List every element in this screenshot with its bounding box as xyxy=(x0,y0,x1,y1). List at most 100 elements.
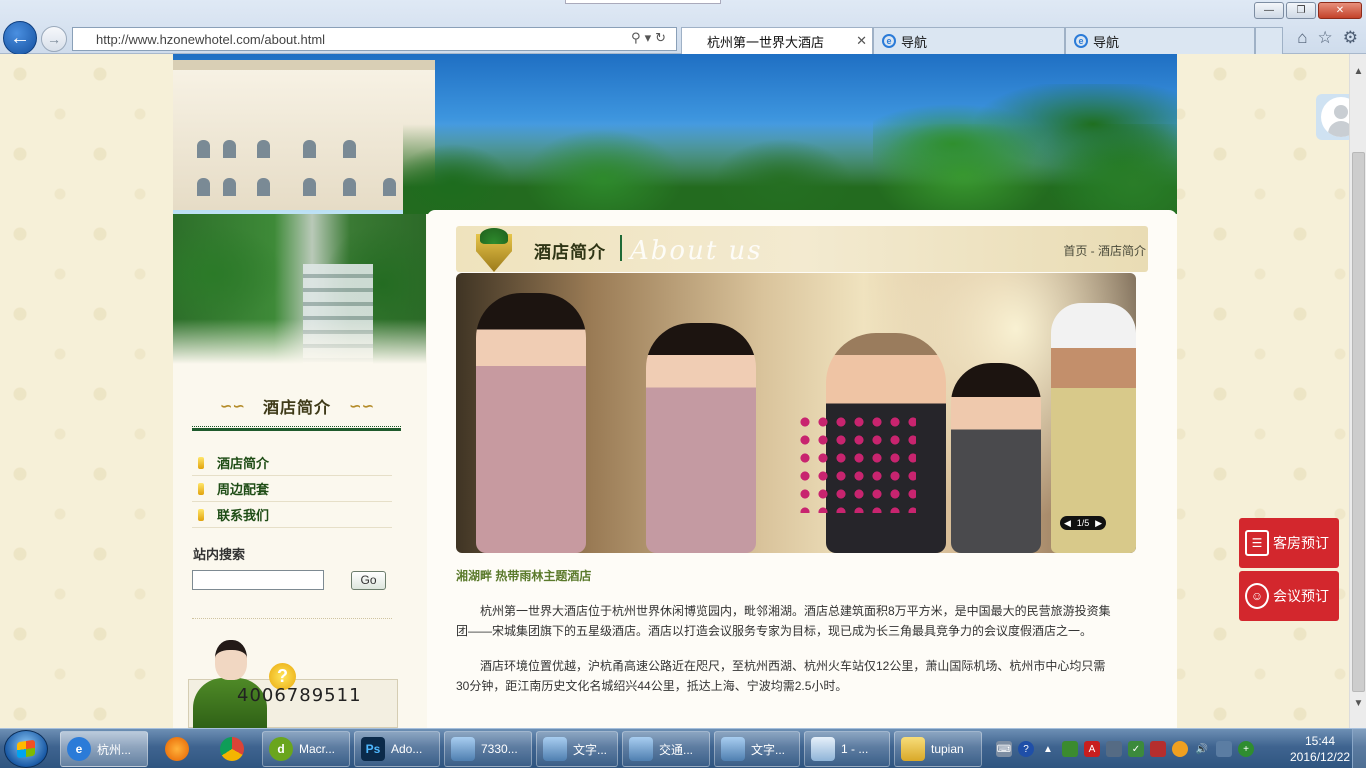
bullet-icon xyxy=(198,456,204,469)
building-window xyxy=(257,140,270,158)
app-tray-icon[interactable] xyxy=(1062,741,1078,757)
network-icon[interactable] xyxy=(1216,741,1232,757)
taskbar-item-image-1[interactable]: 7330... xyxy=(444,731,532,767)
qq-icon[interactable] xyxy=(1172,741,1188,757)
flag-icon[interactable] xyxy=(1150,741,1166,757)
tab-nav-2[interactable]: e 导航 xyxy=(1065,27,1255,54)
breadcrumb[interactable]: 首页 - 酒店简介 xyxy=(1063,242,1146,259)
building-window xyxy=(303,140,316,158)
taskbar-item-label: 1 - ... xyxy=(841,742,869,756)
back-button[interactable]: ← xyxy=(3,21,37,55)
taskbar-item-chrome[interactable] xyxy=(206,731,258,767)
tab-hotel[interactable]: 杭州第一世界大酒店 ✕ xyxy=(681,27,873,54)
clock-date: 2016/12/22 xyxy=(1290,750,1351,764)
sidebar-item-label[interactable]: 酒店简介 xyxy=(217,453,269,472)
taskbar-item-image-4[interactable]: 文字... xyxy=(714,731,800,767)
photo-slideshow[interactable]: ◀ 1/5 ▶ xyxy=(456,273,1136,553)
star-icon[interactable]: ☆ xyxy=(1318,28,1333,48)
image-viewer-icon xyxy=(451,737,475,761)
site-container: ∽∽ 酒店简介 ∽∽ 酒店简介 周边配套 联系我们 站内搜索 Go ? 4006… xyxy=(173,54,1177,728)
slide-pager[interactable]: ◀ 1/5 ▶ xyxy=(1060,516,1106,530)
header-banner xyxy=(173,54,1177,214)
keyboard-icon[interactable]: ⌨ xyxy=(996,741,1012,757)
slide-counter-text: 1/5 xyxy=(1076,518,1090,528)
address-actions[interactable]: ⚲▾↻ xyxy=(631,30,670,46)
minimize-button[interactable]: — xyxy=(1254,2,1284,19)
home-icon[interactable]: ⌂ xyxy=(1297,28,1307,48)
scroll-up-icon[interactable]: ▲ xyxy=(1350,66,1366,80)
taskbar-item-dreamweaver[interactable]: d Macr... xyxy=(262,731,350,767)
building-window xyxy=(343,140,356,158)
intro-paragraph: 杭州第一世界大酒店位于杭州世界休闲博览园内，毗邻湘湖。酒店总建筑面积8万平方米，… xyxy=(456,604,1111,638)
start-button[interactable] xyxy=(4,730,48,768)
receptionist-head xyxy=(215,640,247,680)
taskbar-item-label: 文字... xyxy=(751,742,786,757)
section-title: 酒店简介 xyxy=(534,243,606,262)
gear-icon[interactable]: ⚙ xyxy=(1343,28,1358,48)
sidebar-menu: 酒店简介 周边配套 联系我们 xyxy=(192,450,392,528)
title-strip xyxy=(565,0,721,4)
taskbar-item-firefox[interactable] xyxy=(152,731,202,767)
sidebar-item-contact[interactable]: 联系我们 xyxy=(192,502,392,528)
taskbar-item-photoshop[interactable]: Ps Ado... xyxy=(354,731,440,767)
chrome-icon xyxy=(220,737,244,761)
taskbar-item-notepad[interactable]: 1 - ... xyxy=(804,731,890,767)
emblem-palm xyxy=(480,228,508,244)
help-icon[interactable]: ? xyxy=(1018,741,1034,757)
taskbar-item-image-2[interactable]: 文字... xyxy=(536,731,618,767)
building-window xyxy=(223,140,236,158)
input-method-icon[interactable]: + xyxy=(1238,741,1254,757)
image-viewer-icon xyxy=(543,737,567,761)
room-booking-label: 客房预订 xyxy=(1273,535,1329,551)
taskbar-item-folder[interactable]: tupian xyxy=(894,731,982,767)
refresh-icon[interactable]: ↻ xyxy=(655,30,670,45)
sidebar-item-label[interactable]: 联系我们 xyxy=(217,505,269,524)
taskbar-item-label: 文字... xyxy=(573,742,608,757)
close-tab-icon[interactable]: ✕ xyxy=(856,33,867,49)
scroll-thumb[interactable] xyxy=(1352,152,1365,692)
restore-button[interactable]: ❐ xyxy=(1286,2,1316,19)
search-icon[interactable]: ⚲ xyxy=(631,30,645,45)
address-bar[interactable]: http://www.hzonewhotel.com/about.html ⚲▾… xyxy=(72,27,677,51)
scroll-down-icon[interactable]: ▼ xyxy=(1350,698,1366,712)
image-fade xyxy=(173,319,426,364)
meeting-booking-button[interactable]: ☺ 会议预订 xyxy=(1239,571,1339,621)
tab-label: 杭州第一世界大酒店 xyxy=(707,34,825,50)
section-header: 酒店简介 About us 首页 - 酒店简介 xyxy=(456,226,1148,272)
sidebar-item-about[interactable]: 酒店简介 xyxy=(192,450,392,476)
room-booking-button[interactable]: ☰ 客房预订 xyxy=(1239,518,1339,568)
system-clock[interactable]: 15:44 2016/12/22 xyxy=(1290,733,1350,765)
next-slide-icon[interactable]: ▶ xyxy=(1095,518,1102,529)
taskbar-item-image-3[interactable]: 交通... xyxy=(622,731,710,767)
dropdown-icon[interactable]: ▾ xyxy=(645,30,656,45)
taskbar-item-label: 7330... xyxy=(481,742,518,756)
show-desktop-button[interactable] xyxy=(1352,729,1366,768)
taskbar-item-ie[interactable]: e 杭州... xyxy=(60,731,148,767)
security-icon[interactable]: ✓ xyxy=(1128,741,1144,757)
network-monitor-icon[interactable] xyxy=(1106,741,1122,757)
address-url[interactable]: http://www.hzonewhotel.com/about.html xyxy=(96,32,325,47)
section-script-title: About us xyxy=(630,236,763,266)
new-tab-button[interactable] xyxy=(1255,27,1283,54)
expand-tray-icon[interactable]: ▲ xyxy=(1040,741,1056,757)
divider xyxy=(192,618,392,619)
tab-nav-1[interactable]: e 导航 xyxy=(873,27,1065,54)
document-icon: ☰ xyxy=(1245,530,1269,556)
sidebar-item-surroundings[interactable]: 周边配套 xyxy=(192,476,392,502)
volume-icon[interactable]: 🔊 xyxy=(1194,741,1210,757)
palm-emblem-icon xyxy=(474,228,514,272)
prev-slide-icon[interactable]: ◀ xyxy=(1064,518,1071,529)
ornament-left-icon: ∽∽ xyxy=(219,398,245,415)
system-tray: ⌨ ? ▲ A ✓ 🔊 + xyxy=(990,729,1280,768)
vertical-scrollbar[interactable]: ▲ ▼ xyxy=(1349,54,1366,728)
notepad-icon xyxy=(811,737,835,761)
sidebar-item-label[interactable]: 周边配套 xyxy=(217,479,269,498)
adobe-tray-icon[interactable]: A xyxy=(1084,741,1100,757)
forward-button[interactable]: → xyxy=(41,26,67,52)
image-viewer-icon xyxy=(721,737,745,761)
meeting-booking-label: 会议预订 xyxy=(1273,588,1329,604)
close-window-button[interactable]: ✕ xyxy=(1318,2,1362,19)
search-go-button[interactable]: Go xyxy=(351,571,386,590)
site-search-input[interactable] xyxy=(192,570,324,590)
building-window xyxy=(383,178,396,196)
